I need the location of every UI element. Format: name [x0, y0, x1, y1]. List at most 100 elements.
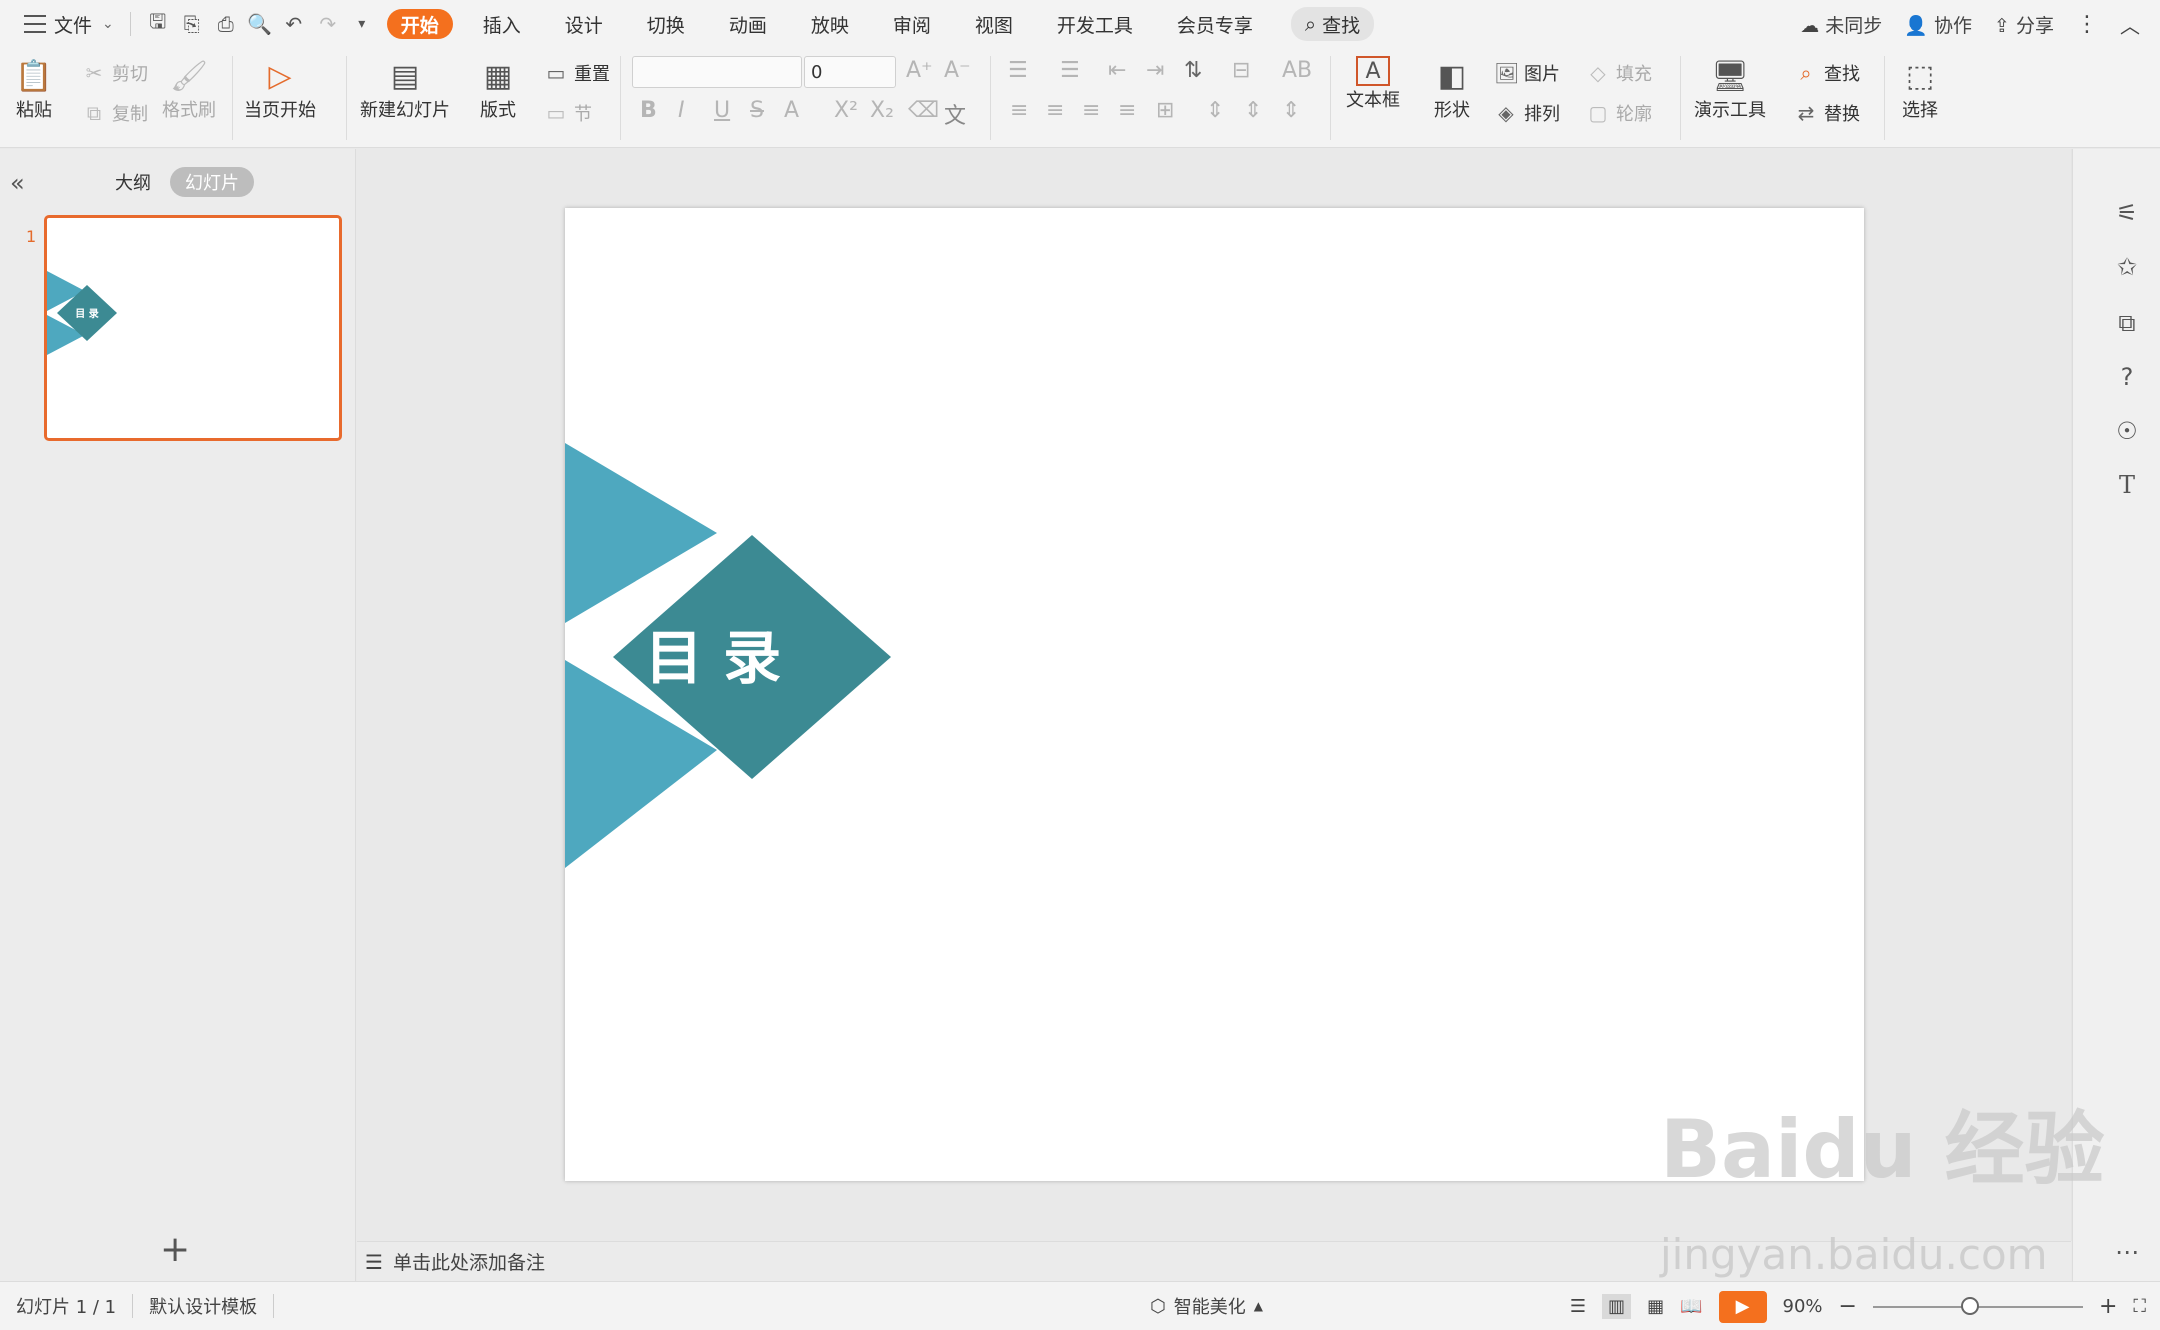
tab-animation[interactable]: 动画	[707, 0, 789, 48]
fill-button[interactable]: ◇ 填充	[1586, 60, 1652, 86]
superscript-icon[interactable]: X²	[834, 98, 858, 123]
bullets-icon[interactable]: ☰	[1008, 58, 1028, 83]
text-icon[interactable]: T	[2110, 468, 2144, 502]
template-name[interactable]: 默认设计模板	[133, 1293, 273, 1319]
decrease-font-icon[interactable]: A⁻	[944, 58, 971, 83]
copy-button[interactable]: ⧉ 复制	[82, 100, 148, 126]
text-effects-icon[interactable]: AB	[1282, 58, 1312, 83]
phonetic-icon[interactable]: 文	[944, 98, 966, 130]
more-icon[interactable]: ⋮	[2076, 12, 2098, 37]
cut-button[interactable]: ✂ 剪切	[82, 60, 148, 86]
text-direction-icon[interactable]: ⇅	[1184, 58, 1202, 83]
collapse-ribbon-icon[interactable]: ︿	[2120, 10, 2140, 39]
beautify-button[interactable]: ⬡ 智能美化 ▲	[1150, 1293, 1263, 1319]
replace-button[interactable]: ⇄ 替换	[1794, 100, 1860, 126]
sync-button[interactable]: ☁ 未同步	[1800, 11, 1882, 38]
line-spacing-icon[interactable]: ⇕	[1206, 98, 1224, 123]
decrease-indent-icon[interactable]: ⇤	[1108, 58, 1126, 83]
beautify-label: 智能美化	[1173, 1297, 1246, 1318]
add-slide-icon[interactable]: +	[160, 1229, 190, 1270]
save-icon[interactable]: 🖫	[141, 7, 175, 41]
ideas-icon[interactable]: ☉	[2110, 414, 2144, 448]
tab-developer[interactable]: 开发工具	[1035, 0, 1155, 48]
fit-window-icon[interactable]: ⛶	[2133, 1296, 2146, 1317]
tab-home[interactable]: 开始	[386, 9, 453, 39]
increase-font-icon[interactable]: A⁺	[906, 58, 933, 83]
reset-button[interactable]: ▭ 重置	[544, 60, 610, 86]
tab-design[interactable]: 设计	[543, 0, 625, 48]
columns-icon[interactable]: ⇕	[1282, 98, 1300, 123]
tab-insert[interactable]: 插入	[461, 0, 543, 48]
slideshow-play-button[interactable]: ▶	[1718, 1290, 1767, 1323]
help-icon[interactable]: ?	[2110, 360, 2144, 394]
find-button[interactable]: ⌕ 查找	[1794, 60, 1860, 86]
align-center-icon[interactable]: ≡	[1046, 98, 1064, 123]
bold-icon[interactable]: B	[640, 98, 657, 123]
font-color-icon[interactable]: A	[784, 98, 799, 123]
more-options-icon[interactable]: ⋯	[2110, 1235, 2144, 1269]
tab-member[interactable]: 会员专享	[1155, 0, 1275, 48]
font-size-select[interactable]: 0	[804, 56, 896, 88]
numbering-icon[interactable]: ☰	[1060, 58, 1080, 83]
zoom-slider-handle[interactable]	[1960, 1296, 1979, 1315]
select-button[interactable]: ⬚ 选择	[1900, 56, 1940, 122]
slide[interactable]: 目 录	[565, 208, 1864, 1181]
new-slide-button[interactable]: ▤ 新建幻灯片	[360, 56, 450, 122]
italic-icon[interactable]: I	[678, 98, 685, 123]
print-icon[interactable]: ⎙	[209, 7, 243, 41]
tab-slides[interactable]: 幻灯片	[170, 167, 254, 197]
section-button[interactable]: ▭ 节	[544, 100, 592, 126]
slide-title[interactable]: 目 录	[645, 624, 781, 692]
distributed-icon[interactable]: ⊞	[1156, 98, 1174, 123]
reading-view-icon[interactable]: 📖	[1680, 1296, 1702, 1317]
pin-icon[interactable]: ✩	[2110, 250, 2144, 284]
notes-toggle-icon[interactable]: ☰	[1570, 1296, 1586, 1317]
redo-icon[interactable]: ↷	[311, 7, 345, 41]
tab-outline[interactable]: 大纲	[108, 167, 158, 197]
export-icon[interactable]: ⎘	[175, 7, 209, 41]
sorter-view-icon[interactable]: ▦	[1647, 1296, 1664, 1317]
paste-button[interactable]: 📋 粘贴	[14, 56, 54, 122]
zoom-out-icon[interactable]: −	[1839, 1294, 1857, 1319]
tab-review[interactable]: 审阅	[871, 0, 953, 48]
increase-indent-icon[interactable]: ⇥	[1146, 58, 1164, 83]
zoom-level[interactable]: 90%	[1783, 1296, 1823, 1317]
justify-icon[interactable]: ≡	[1118, 98, 1136, 123]
zoom-in-icon[interactable]: +	[2099, 1294, 2117, 1319]
font-name-select[interactable]	[632, 56, 802, 88]
slide-thumbnail[interactable]: 目 录	[44, 215, 342, 441]
strikethrough-icon[interactable]: S	[750, 98, 764, 123]
shape-button[interactable]: ◧ 形状	[1432, 56, 1472, 122]
normal-view-icon[interactable]: ▥	[1602, 1294, 1632, 1319]
layout-button[interactable]: ▦ 版式	[478, 56, 518, 122]
share-button[interactable]: ⇪ 分享	[1994, 11, 2054, 38]
format-painter-button[interactable]: 🖌 格式刷	[162, 56, 216, 122]
arrange-button[interactable]: ◈ 排列	[1494, 100, 1560, 126]
tab-view[interactable]: 视图	[953, 0, 1035, 48]
hamburger-icon	[24, 15, 46, 33]
align-left-icon[interactable]: ≡	[1010, 98, 1028, 123]
file-menu[interactable]: 文件 ⌄	[0, 0, 114, 48]
collab-button[interactable]: 👤 协作	[1904, 11, 1972, 38]
align-text-icon[interactable]: ⊟	[1232, 58, 1250, 83]
textbox-button[interactable]: A 文本框	[1346, 56, 1400, 112]
clear-format-icon[interactable]: ⌫	[908, 98, 939, 123]
outline-button[interactable]: ▢ 轮廓	[1586, 100, 1652, 126]
tab-transition[interactable]: 切换	[625, 0, 707, 48]
paragraph-spacing-icon[interactable]: ⇕	[1244, 98, 1262, 123]
slide-library-icon[interactable]: ⧉	[2110, 306, 2144, 340]
tab-slideshow[interactable]: 放映	[789, 0, 871, 48]
zoom-slider[interactable]	[1872, 1296, 2083, 1315]
picture-button[interactable]: 🖼 图片	[1494, 60, 1560, 86]
customize-quick-access-icon[interactable]: ▾	[345, 7, 379, 41]
undo-icon[interactable]: ↶	[277, 7, 311, 41]
print-preview-icon[interactable]: 🔍	[243, 7, 277, 41]
play-from-current-button[interactable]: ▷ 当页开始	[244, 56, 316, 122]
align-right-icon[interactable]: ≡	[1082, 98, 1100, 123]
presentation-tools-button[interactable]: 🖥 演示工具	[1694, 56, 1766, 122]
search-button[interactable]: ⌕ 查找	[1290, 7, 1375, 41]
subscript-icon[interactable]: X₂	[870, 98, 894, 123]
collapse-panel-icon[interactable]: «	[10, 169, 25, 197]
underline-icon[interactable]: U	[714, 98, 730, 123]
properties-icon[interactable]: ⚟	[2110, 196, 2144, 230]
